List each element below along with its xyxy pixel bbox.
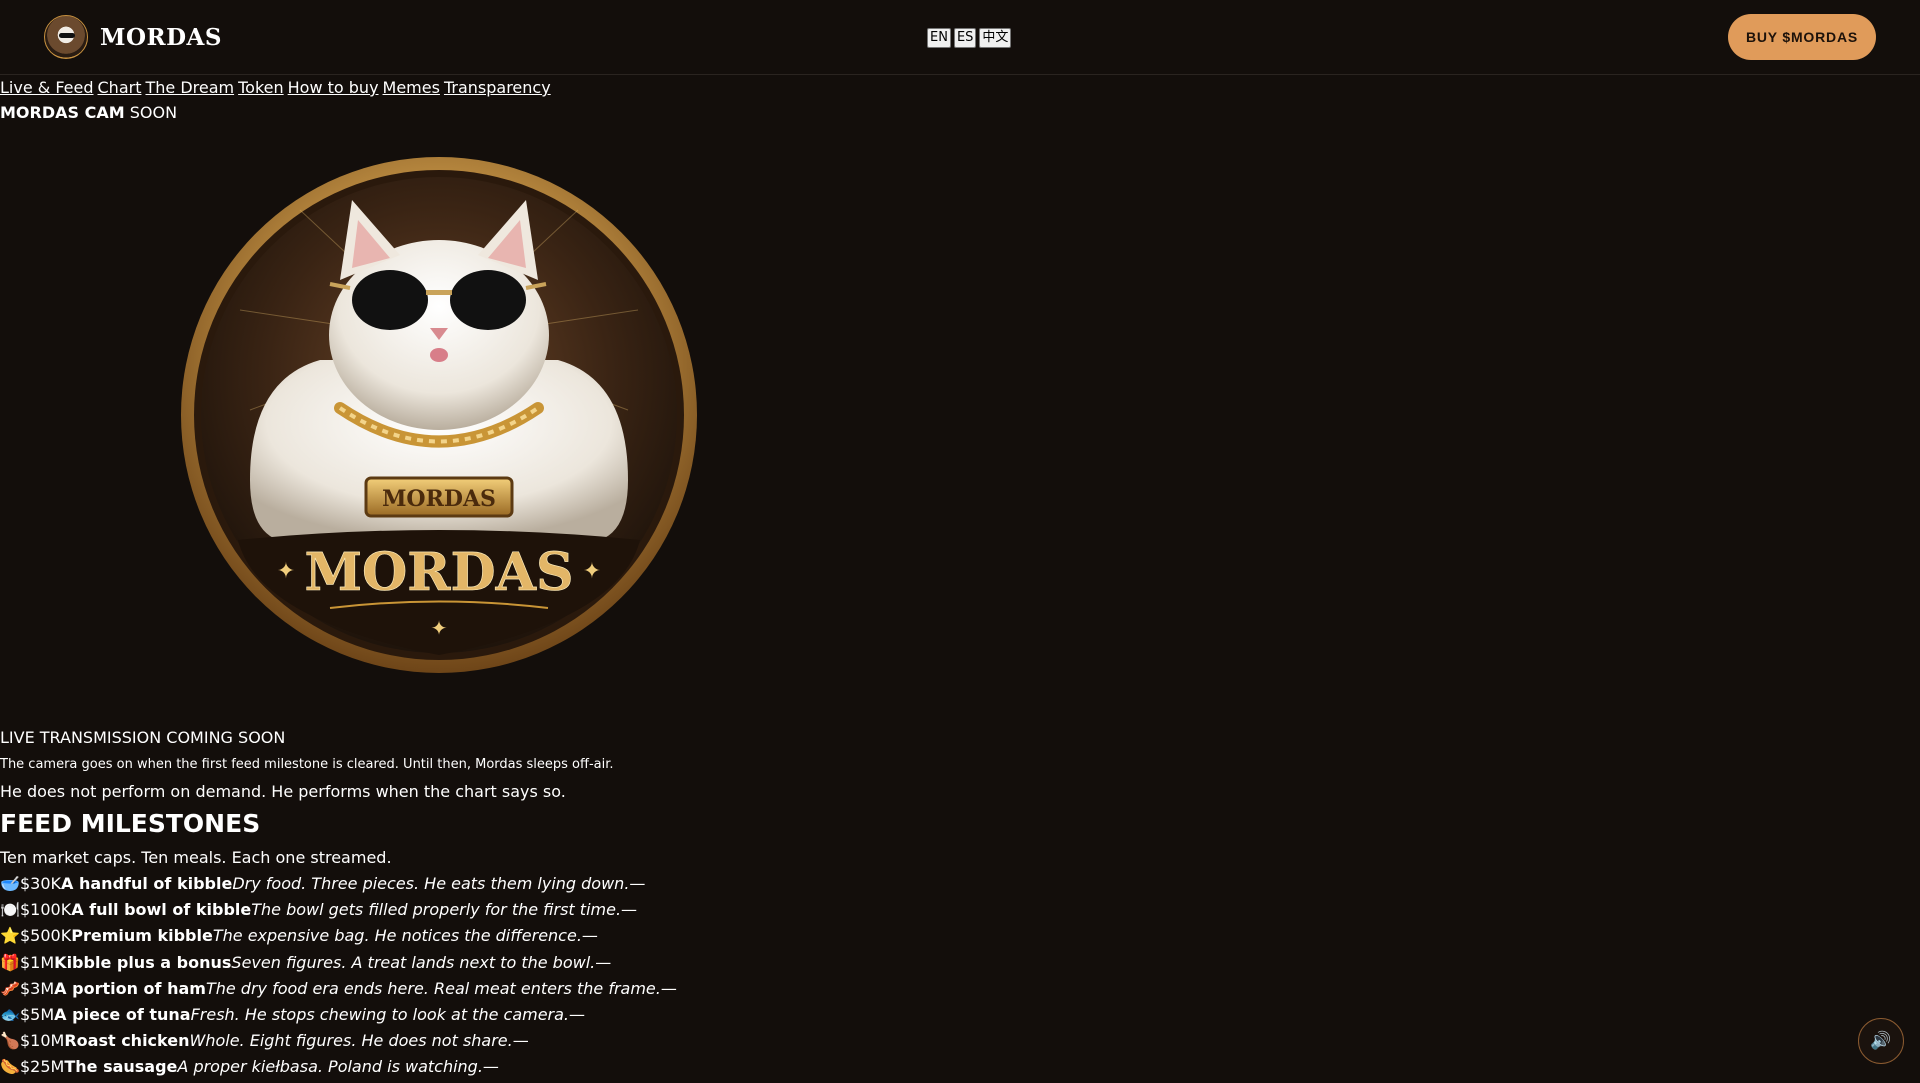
- sparkle-left-icon: ✦: [277, 559, 295, 584]
- top-header: MORDAS EN ES 中文 BUY $MORDAS: [0, 0, 1920, 75]
- milestone-desc: Seven figures. A treat lands next to the…: [231, 952, 596, 972]
- milestone-cap: $10M: [20, 1031, 65, 1051]
- live-subtext: He does not perform on demand. He perfor…: [0, 782, 566, 801]
- nav-how-to-buy[interactable]: How to buy: [288, 78, 379, 97]
- nav-the-dream[interactable]: The Dream: [145, 78, 234, 97]
- milestone-item: 🎁$1MKibble plus a bonusSeven figures. A …: [0, 952, 677, 978]
- nav-live-feed[interactable]: Live & Feed: [0, 78, 94, 97]
- live-heading: LIVE TRANSMISSION COMING SOON: [0, 728, 286, 747]
- milestone-name: Kibble plus a bonus: [54, 952, 232, 972]
- milestone-dash: —: [569, 1004, 586, 1024]
- milestone-desc: The bowl gets filled properly for the fi…: [251, 900, 622, 920]
- milestone-dash: —: [595, 952, 612, 972]
- nav-memes[interactable]: Memes: [383, 78, 440, 97]
- milestone-list: 🥣$30KA handful of kibbleDry food. Three …: [0, 873, 677, 1083]
- lang-es-button[interactable]: ES: [953, 28, 977, 48]
- milestone-name: The sausage: [64, 1057, 178, 1077]
- milestone-desc: A proper kiełbasa. Poland is watching.: [177, 1057, 483, 1077]
- milestone-dash: —: [581, 926, 598, 946]
- milestone-item: 🥓$3MA portion of hamThe dry food era end…: [0, 978, 677, 1004]
- milestone-item: 🌭$25MThe sausageA proper kiełbasa. Polan…: [0, 1056, 677, 1082]
- milestone-name: A piece of tuna: [54, 1004, 191, 1024]
- milestone-cap: $30K: [20, 874, 62, 893]
- milestone-cap: $1M: [20, 952, 55, 972]
- brand[interactable]: MORDAS: [44, 15, 222, 59]
- sparkle-bottom-icon: ✦: [431, 616, 448, 640]
- milestone-dash: —: [512, 1031, 529, 1051]
- milestone-cap: $100K: [20, 900, 72, 920]
- lang-en-button[interactable]: EN: [927, 28, 951, 48]
- nav-chart[interactable]: Chart: [98, 78, 142, 97]
- mordas-cat-logo-icon: [44, 15, 88, 59]
- mordas-coin-image: MORDAS MORDAS ✦ ✦ ✦: [181, 157, 697, 673]
- lang-zh-button[interactable]: 中文: [979, 28, 1012, 48]
- milestone-cap: $5M: [20, 1004, 55, 1024]
- milestone-icon: 🥣: [0, 874, 20, 893]
- milestone-icon: 🌭: [0, 1057, 20, 1077]
- milestone-desc: Whole. Eight figures. He does not share.: [189, 1031, 513, 1051]
- feed-milestones-subtitle: Ten market caps. Ten meals. Each one str…: [0, 848, 392, 867]
- milestone-item: 🐟$5MA piece of tunaFresh. He stops chewi…: [0, 1004, 677, 1030]
- live-note: The camera goes on when the first feed m…: [0, 757, 614, 772]
- language-switcher: EN ES 中文: [927, 28, 1012, 48]
- milestone-icon: 🍽️: [0, 900, 20, 920]
- milestone-name: A handful of kibble: [61, 874, 233, 893]
- milestone-icon: ⭐: [0, 926, 20, 946]
- sparkle-right-icon: ✦: [583, 559, 601, 584]
- sound-toggle-button[interactable]: 🔊: [1858, 1018, 1904, 1064]
- buy-mordas-button[interactable]: BUY $MORDAS: [1728, 14, 1876, 60]
- milestone-name: Roast chicken: [64, 1031, 190, 1051]
- milestone-cap: $25M: [20, 1057, 65, 1077]
- nav-transparency[interactable]: Transparency: [444, 78, 551, 97]
- milestone-name: A full bowl of kibble: [71, 900, 252, 920]
- brand-name: MORDAS: [100, 23, 223, 51]
- milestone-icon: 🎁: [0, 952, 20, 972]
- milestone-icon: 🐟: [0, 1004, 20, 1024]
- cam-title: MORDAS CAM SOON: [0, 102, 177, 124]
- milestone-dash: —: [660, 978, 677, 998]
- milestone-item: 🍗$10MRoast chickenWhole. Eight figures. …: [0, 1030, 677, 1056]
- coin-badge-text: MORDAS: [382, 486, 496, 512]
- milestone-name: A portion of ham: [54, 978, 206, 998]
- cam-title-bold: MORDAS CAM: [0, 103, 125, 122]
- milestone-desc: Dry food. Three pieces. He eats them lyi…: [232, 874, 630, 893]
- milestone-icon: 🍗: [0, 1031, 20, 1051]
- milestone-name: Premium kibble: [71, 926, 213, 946]
- milestone-cap: $500K: [20, 926, 72, 946]
- milestone-dash: —: [621, 900, 638, 920]
- milestone-item: 🍽️$100KA full bowl of kibbleThe bowl get…: [0, 899, 677, 925]
- main-nav: Live & Feed Chart The Dream Token How to buy…: [0, 77, 555, 99]
- speaker-icon: 🔊: [1870, 1031, 1892, 1051]
- milestone-desc: The expensive bag. He notices the differ…: [212, 926, 582, 946]
- milestone-desc: The dry food era ends here. Real meat en…: [205, 978, 661, 998]
- milestone-dash: —: [482, 1057, 499, 1077]
- milestone-icon: 🥓: [0, 978, 20, 998]
- milestone-item: ⭐$500KPremium kibbleThe expensive bag. H…: [0, 925, 677, 951]
- feed-milestones-title: FEED MILESTONES: [0, 809, 261, 838]
- milestone-dash: —: [629, 874, 646, 893]
- cam-title-status: SOON: [129, 103, 178, 122]
- coin-main-text: MORDAS: [304, 542, 573, 603]
- milestone-item: 🥣$30KA handful of kibbleDry food. Three …: [0, 873, 677, 899]
- nav-token[interactable]: Token: [238, 78, 284, 97]
- milestone-desc: Fresh. He stops chewing to look at the c…: [190, 1004, 570, 1024]
- milestone-cap: $3M: [20, 978, 55, 998]
